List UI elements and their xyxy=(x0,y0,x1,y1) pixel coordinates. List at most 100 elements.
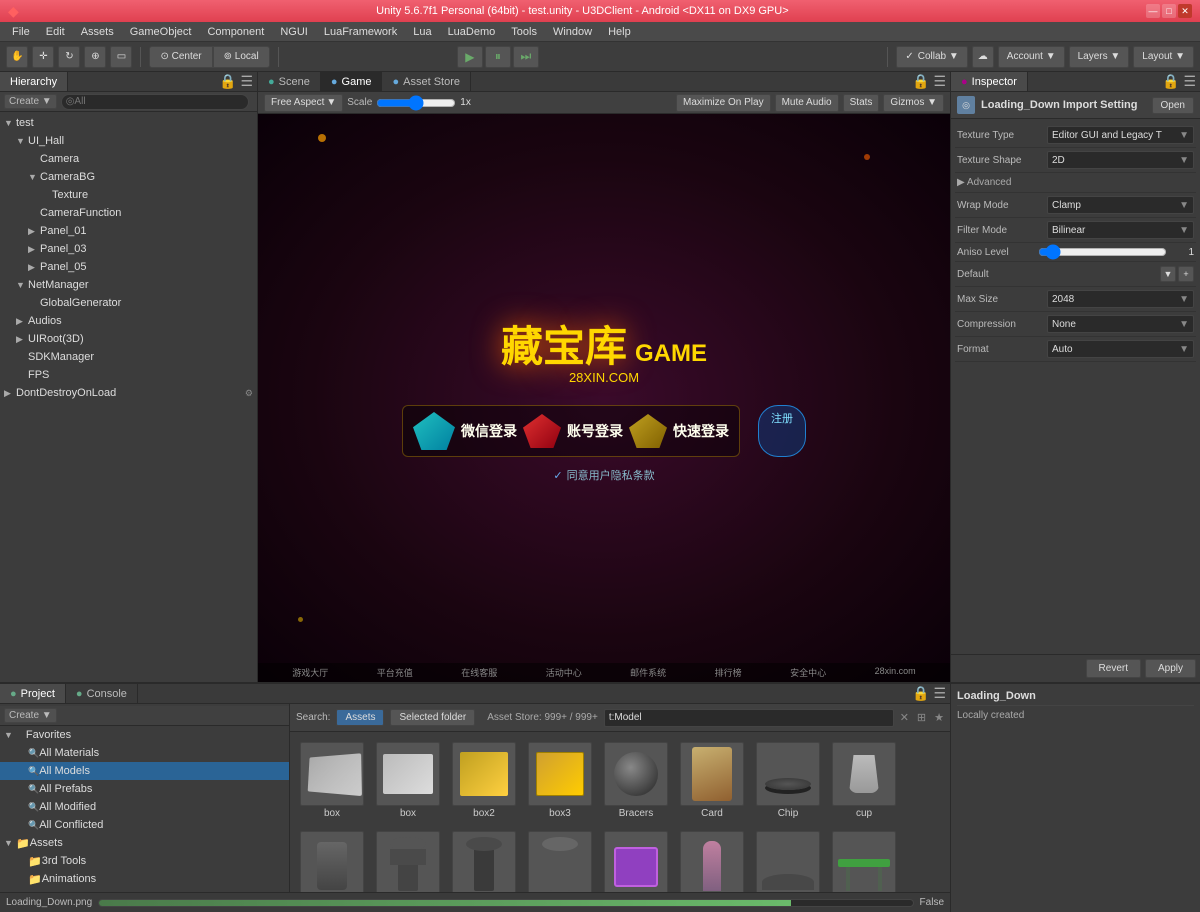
asset-item-box2[interactable]: box xyxy=(372,738,444,823)
tree-all-modified[interactable]: 🔍 All Modified xyxy=(0,798,289,816)
apply-button[interactable]: Apply xyxy=(1145,659,1196,678)
tree-item-texture[interactable]: Texture xyxy=(0,186,257,204)
hand-tool-button[interactable]: ✋ xyxy=(6,46,28,68)
default-down-btn[interactable]: ▼ xyxy=(1160,266,1176,282)
asset-item-bracers[interactable]: Bracers xyxy=(600,738,672,823)
asset-item-box4[interactable]: box3 xyxy=(524,738,596,823)
free-aspect-button[interactable]: Free Aspect ▼ xyxy=(264,94,343,112)
aniso-slider[interactable] xyxy=(1038,246,1167,258)
format-value[interactable]: Auto ▼ xyxy=(1047,340,1194,358)
max-size-value[interactable]: 2048 ▼ xyxy=(1047,290,1194,308)
hierarchy-menu-icon[interactable]: ☰ xyxy=(240,73,253,90)
center-menu-icon[interactable]: ☰ xyxy=(933,73,946,90)
move-tool-button[interactable]: ✛ xyxy=(32,46,54,68)
menu-file[interactable]: File xyxy=(4,24,38,40)
asset-item-box1[interactable]: box xyxy=(296,738,368,823)
asset-item-cylinder1[interactable]: cylinder1 xyxy=(296,827,368,892)
scale-tool-button[interactable]: ⊕ xyxy=(84,46,106,68)
menu-window[interactable]: Window xyxy=(545,24,600,40)
menu-gameobject[interactable]: GameObject xyxy=(122,24,200,40)
tree-item-fps[interactable]: FPS xyxy=(0,366,257,384)
pivot-center-button[interactable]: ⊙ Center xyxy=(149,46,212,68)
tree-3rd-tools[interactable]: 📁 3rd Tools xyxy=(0,852,289,870)
menu-lua[interactable]: Lua xyxy=(405,24,439,40)
inspector-lock-icon[interactable]: 🔒 xyxy=(1162,73,1179,90)
asset-item-fbx-idle[interactable]: FBX@idle xyxy=(448,827,520,892)
close-button[interactable]: ✕ xyxy=(1178,4,1192,18)
hierarchy-lock-icon[interactable]: 🔒 xyxy=(219,73,236,90)
tree-item-panel01[interactable]: ▶ Panel_01 xyxy=(0,222,257,240)
project-lock-icon[interactable]: 🔒 xyxy=(912,685,929,702)
scale-slider[interactable] xyxy=(376,97,456,109)
maximize-button[interactable]: □ xyxy=(1162,4,1176,18)
tree-item-sdkmanager[interactable]: SDKManager xyxy=(0,348,257,366)
hierarchy-create-button[interactable]: Create ▼ xyxy=(4,94,57,109)
tab-game[interactable]: ● Game xyxy=(321,72,383,91)
tree-item-ui-hall[interactable]: ▼ UI_Hall xyxy=(0,132,257,150)
tree-all-prefabs[interactable]: 🔍 All Prefabs xyxy=(0,780,289,798)
play-button[interactable]: ▶ xyxy=(457,46,483,68)
asset-item-gift[interactable]: gift xyxy=(600,827,672,892)
asset-item-fbx-idleb[interactable]: FBX@idleB... xyxy=(524,827,596,892)
tree-item-uiroot3d[interactable]: ▶ UIRoot(3D) xyxy=(0,330,257,348)
layers-button[interactable]: Layers ▼ xyxy=(1069,46,1130,68)
tree-item-panel05[interactable]: ▶ Panel_05 xyxy=(0,258,257,276)
tree-item-camerafunction[interactable]: CameraFunction xyxy=(0,204,257,222)
minimize-button[interactable]: — xyxy=(1146,4,1160,18)
asset-item-shoulders[interactable]: Shoulders xyxy=(752,827,824,892)
pause-button[interactable]: ⏸ xyxy=(485,46,511,68)
search-filter-icon[interactable]: ⊞ xyxy=(917,711,926,724)
asset-search-input[interactable] xyxy=(604,709,894,727)
inspector-open-button[interactable]: Open xyxy=(1152,97,1194,114)
project-menu-icon[interactable]: ☰ xyxy=(933,685,946,702)
tree-all-models[interactable]: 🔍 All Models xyxy=(0,762,289,780)
search-folder-tab[interactable]: Selected folder xyxy=(390,709,475,726)
menu-luademo[interactable]: LuaDemo xyxy=(440,24,504,40)
tree-item-globalgenerator[interactable]: GlobalGenerator xyxy=(0,294,257,312)
menu-assets[interactable]: Assets xyxy=(73,24,122,40)
center-lock-icon[interactable]: 🔒 xyxy=(912,73,929,90)
tree-item-camera[interactable]: Camera xyxy=(0,150,257,168)
stats-button[interactable]: Stats xyxy=(843,94,880,112)
menu-luaframework[interactable]: LuaFramework xyxy=(316,24,405,40)
tree-item-test[interactable]: ▼ test xyxy=(0,114,257,132)
asset-item-fbx1[interactable]: FBX xyxy=(372,827,444,892)
search-clear-icon[interactable]: ✕ xyxy=(900,711,909,724)
tab-inspector[interactable]: ● Inspector xyxy=(951,72,1028,91)
tree-item-audios[interactable]: ▶ Audios xyxy=(0,312,257,330)
menu-tools[interactable]: Tools xyxy=(503,24,545,40)
tab-hierarchy[interactable]: Hierarchy xyxy=(0,72,68,91)
tree-all-conflicted[interactable]: 🔍 All Conflicted xyxy=(0,816,289,834)
advanced-section[interactable]: Advanced xyxy=(955,173,1196,193)
layout-button[interactable]: Layout ▼ xyxy=(1133,46,1194,68)
cloud-button[interactable]: ☁ xyxy=(972,46,994,68)
tree-item-panel03[interactable]: ▶ Panel_03 xyxy=(0,240,257,258)
menu-edit[interactable]: Edit xyxy=(38,24,73,40)
menu-help[interactable]: Help xyxy=(600,24,639,40)
menu-component[interactable]: Component xyxy=(199,24,272,40)
mute-audio-button[interactable]: Mute Audio xyxy=(775,94,839,112)
hierarchy-search-input[interactable] xyxy=(61,94,249,110)
revert-button[interactable]: Revert xyxy=(1086,659,1141,678)
tree-item-netmanager[interactable]: ▼ NetManager xyxy=(0,276,257,294)
texture-shape-value[interactable]: 2D ▼ xyxy=(1047,151,1194,169)
wrap-mode-value[interactable]: Clamp ▼ xyxy=(1047,196,1194,214)
tree-all-materials[interactable]: 🔍 All Materials xyxy=(0,744,289,762)
tree-item-dontdestroy[interactable]: ▶ DontDestroyOnLoad ⚙ xyxy=(0,384,257,402)
tree-favorites[interactable]: ▼ ★ Favorites xyxy=(0,726,289,744)
compression-value[interactable]: None ▼ xyxy=(1047,315,1194,333)
tree-item-camerabg[interactable]: ▼ CameraBG xyxy=(0,168,257,186)
asset-item-card[interactable]: Card xyxy=(676,738,748,823)
project-create-button[interactable]: Create ▼ xyxy=(4,708,57,723)
register-button[interactable]: 注册 xyxy=(758,405,806,457)
maximize-on-play-button[interactable]: Maximize On Play xyxy=(676,94,771,112)
default-add-btn[interactable]: + xyxy=(1178,266,1194,282)
tree-assets[interactable]: ▼ 📁 Assets xyxy=(0,834,289,852)
gizmos-button[interactable]: Gizmos ▼ xyxy=(883,94,944,112)
tab-project[interactable]: ● Project xyxy=(0,684,66,703)
asset-item-table[interactable]: table xyxy=(828,827,900,892)
account-button[interactable]: Account ▼ xyxy=(998,46,1065,68)
tree-animations[interactable]: 📁 Animations xyxy=(0,870,289,888)
asset-item-cup[interactable]: cup xyxy=(828,738,900,823)
search-assets-tab[interactable]: Assets xyxy=(336,709,384,726)
